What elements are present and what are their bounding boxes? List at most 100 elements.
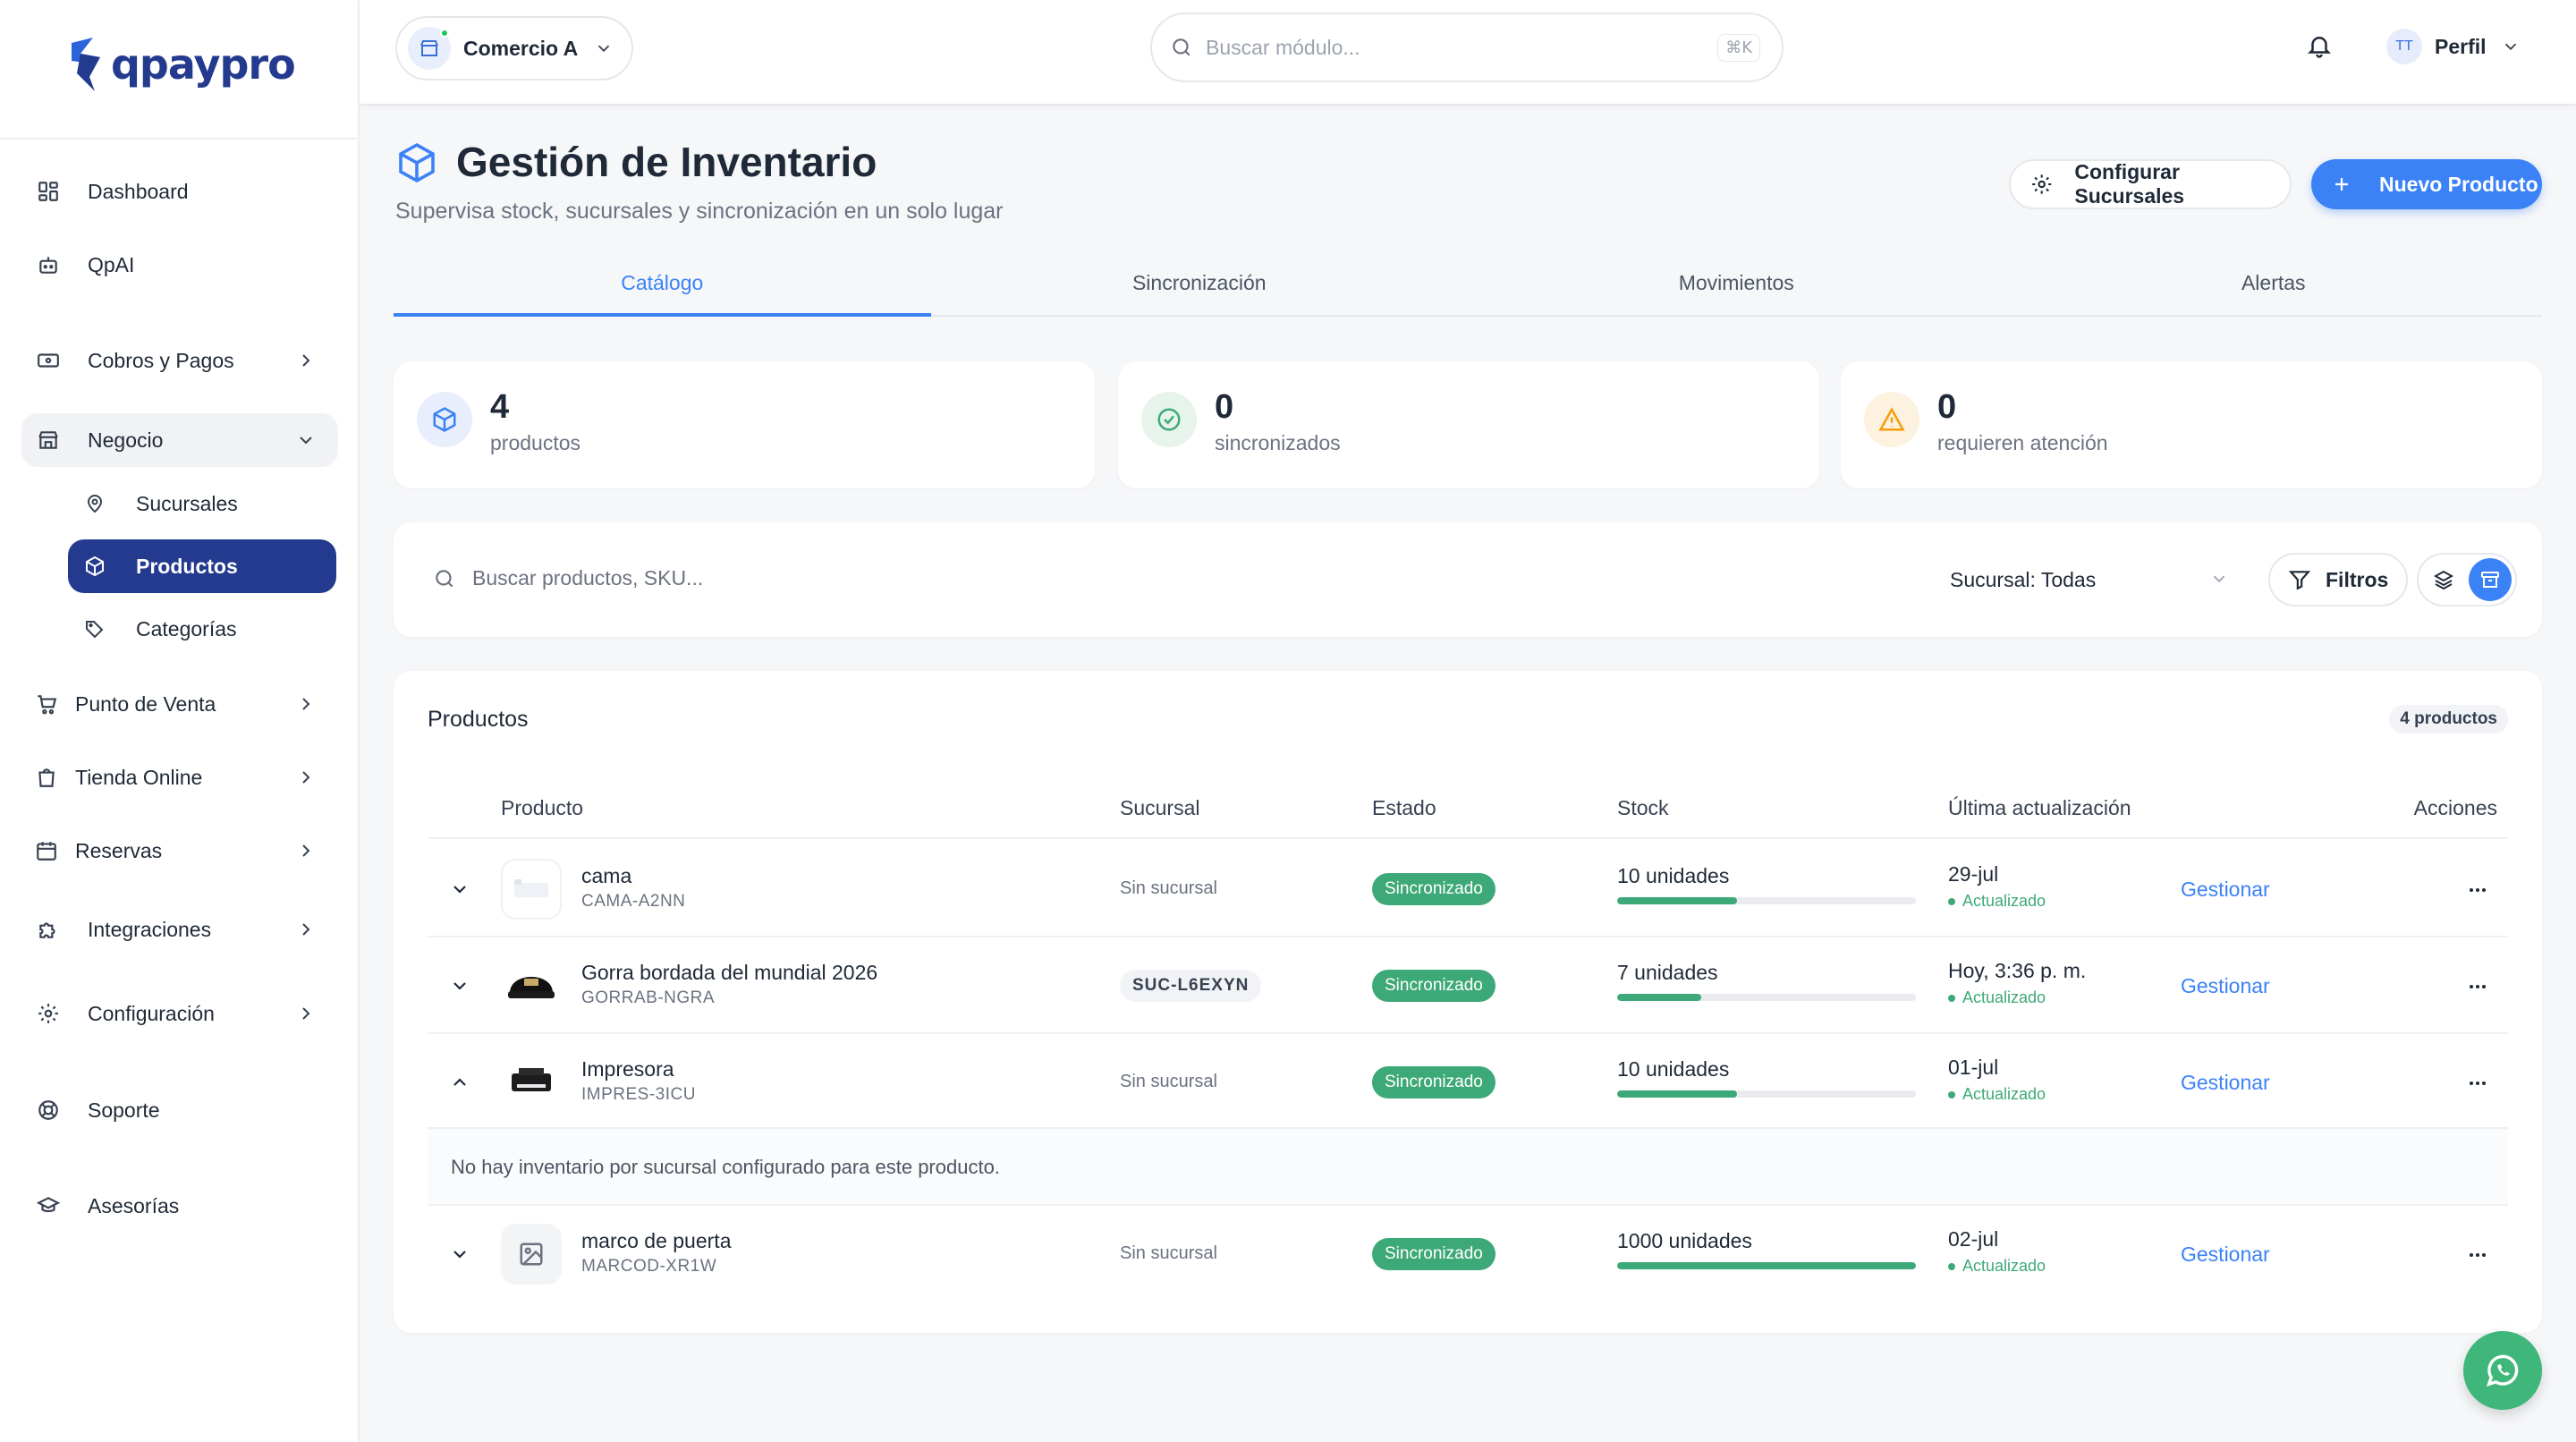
update-date: Hoy, 3:36 p. m.	[1948, 959, 2087, 982]
stock-value: 1000 unidades	[1617, 1229, 1752, 1252]
chevron-right-icon	[302, 844, 310, 857]
logo-mark-icon	[72, 38, 100, 91]
stock-bar-fill	[1617, 1090, 1737, 1098]
tab-catalogo[interactable]: Catálogo	[394, 256, 931, 317]
page-subtitle: Supervisa stock, sucursales y sincroniza…	[395, 199, 1004, 224]
search-icon	[436, 570, 453, 588]
sidebar-subitem-productos[interactable]: Productos	[68, 539, 336, 593]
more-options-icon[interactable]	[2467, 879, 2488, 901]
more-options-icon[interactable]	[2467, 1073, 2488, 1094]
sidebar-item-label: Dashboard	[88, 179, 189, 203]
more-options-icon[interactable]	[2467, 976, 2488, 997]
column-header-status: Estado	[1372, 796, 1436, 819]
status-dot	[1948, 994, 1955, 1002]
stat-value: 4	[490, 388, 510, 426]
configure-branches-label: Configurar Sucursales	[2074, 160, 2185, 208]
column-header-last-update: Última actualización	[1948, 796, 2131, 819]
filters-button[interactable]: Filtros	[2268, 553, 2408, 606]
funnel-icon	[2288, 571, 2311, 590]
whatsapp-chat-button[interactable]	[2463, 1331, 2542, 1410]
sidebar-item-reservas[interactable]: Reservas	[21, 824, 338, 878]
bag-icon	[34, 765, 59, 790]
check-circle-icon	[1141, 392, 1197, 447]
product-sku: IMPRES-3ICU	[581, 1085, 696, 1104]
chevron-down-icon[interactable]	[449, 1243, 470, 1265]
bell-icon[interactable]	[2306, 32, 2333, 59]
tab-movimientos[interactable]: Movimientos	[1468, 256, 2005, 315]
lifebuoy-icon	[36, 1098, 61, 1123]
brand-logo[interactable]: qpaypro	[68, 34, 296, 95]
update-state-label: Actualizado	[1962, 1257, 2046, 1275]
product-info: marco de puerta MARCOD-XR1W	[581, 1229, 731, 1277]
sidebar-item-label: Cobros y Pagos	[88, 348, 234, 372]
sidebar-item-integraciones[interactable]: Integraciones	[21, 903, 338, 956]
stock-info: 10 unidades	[1617, 1057, 1916, 1098]
sidebar-item-tienda-online[interactable]: Tienda Online	[21, 751, 338, 804]
branch-chip: SUC-L6EXYN	[1120, 970, 1262, 1002]
layers-icon	[2433, 570, 2454, 590]
manage-link[interactable]: Gestionar	[2181, 878, 2270, 902]
chevron-down-icon[interactable]	[449, 975, 470, 997]
update-date: 01-jul	[1948, 1056, 1999, 1079]
chevron-right-icon	[302, 698, 310, 710]
new-product-button[interactable]: Nuevo Producto	[2311, 159, 2542, 209]
expanded-row-detail: No hay inventario por sucursal configura…	[428, 1129, 2508, 1204]
printer-image-icon	[512, 1068, 551, 1091]
sidebar-item-cobros-y-pagos[interactable]: Cobros y Pagos	[21, 334, 338, 387]
sidebar-item-label: Asesorías	[88, 1193, 180, 1217]
sidebar-subitem-categorias[interactable]: Categorías	[68, 602, 336, 656]
chevron-down-icon[interactable]	[449, 878, 470, 900]
sidebar-item-asesorias[interactable]: Asesorías	[21, 1179, 338, 1233]
module-search-input[interactable]	[1206, 35, 1718, 60]
new-product-label: Nuevo Producto	[2379, 172, 2538, 196]
product-branch: Sin sucursal	[1120, 878, 1217, 898]
sidebar-subitem-sucursales[interactable]: Sucursales	[68, 477, 336, 530]
product-thumbnail	[501, 859, 562, 920]
branch-select[interactable]: Sucursal: Todas	[1950, 558, 2240, 601]
chevron-right-icon	[302, 1007, 310, 1020]
sidebar-item-configuracion[interactable]: Configuración	[21, 987, 338, 1040]
manage-link[interactable]: Gestionar	[2181, 1243, 2270, 1267]
product-search-input[interactable]	[472, 558, 1098, 598]
graduation-cap-icon	[36, 1193, 61, 1218]
status-badge: Sincronizado	[1372, 1238, 1496, 1270]
product-sku: GORRAB-NGRA	[581, 988, 716, 1007]
stat-card-attention: 0 requieren atención	[1841, 361, 2542, 488]
view-toggle	[2417, 553, 2517, 606]
configure-branches-button[interactable]: Configurar Sucursales	[2009, 159, 2292, 209]
chevron-up-icon[interactable]	[449, 1072, 470, 1093]
manage-link[interactable]: Gestionar	[2181, 974, 2270, 998]
manage-link[interactable]: Gestionar	[2181, 1071, 2270, 1095]
profile-menu[interactable]: TT Perfil	[2386, 27, 2521, 66]
stock-value: 7 unidades	[1617, 961, 1718, 984]
module-search[interactable]: ⌘K	[1150, 13, 1784, 82]
sidebar-item-punto-de-venta[interactable]: Punto de Venta	[21, 677, 338, 731]
divider	[428, 1204, 2508, 1206]
tab-sincronizacion[interactable]: Sincronización	[931, 256, 1469, 315]
update-state-label: Actualizado	[1962, 1085, 2046, 1103]
product-sku: MARCOD-XR1W	[581, 1257, 717, 1276]
archive-icon	[2481, 572, 2499, 588]
tags-icon	[82, 616, 107, 641]
stock-value: 10 unidades	[1617, 864, 1730, 887]
layers-view-button[interactable]	[2422, 558, 2465, 601]
product-branch: Sin sucursal	[1120, 1072, 1217, 1091]
logo-text: qpaypro	[111, 40, 296, 89]
table-title: Productos	[428, 707, 529, 732]
whatsapp-icon	[2486, 1354, 2519, 1387]
sidebar-item-soporte[interactable]: Soporte	[21, 1083, 338, 1137]
sidebar-item-dashboard[interactable]: Dashboard	[21, 165, 338, 218]
sidebar-item-qpai[interactable]: QpAI	[21, 238, 338, 292]
box-icon	[82, 554, 107, 579]
tab-alertas[interactable]: Alertas	[2005, 256, 2543, 315]
warning-icon	[1864, 392, 1919, 447]
more-options-icon[interactable]	[2467, 1244, 2488, 1266]
grid-icon	[36, 179, 61, 204]
store-selector[interactable]: Comercio A	[395, 16, 633, 81]
profile-label: Perfil	[2435, 34, 2487, 58]
sidebar-item-negocio[interactable]: Negocio	[21, 413, 338, 467]
stat-label: sincronizados	[1215, 431, 1341, 454]
sidebar-item-label: Reservas	[75, 838, 163, 862]
archive-view-button[interactable]	[2469, 558, 2512, 601]
search-icon	[1173, 38, 1191, 56]
